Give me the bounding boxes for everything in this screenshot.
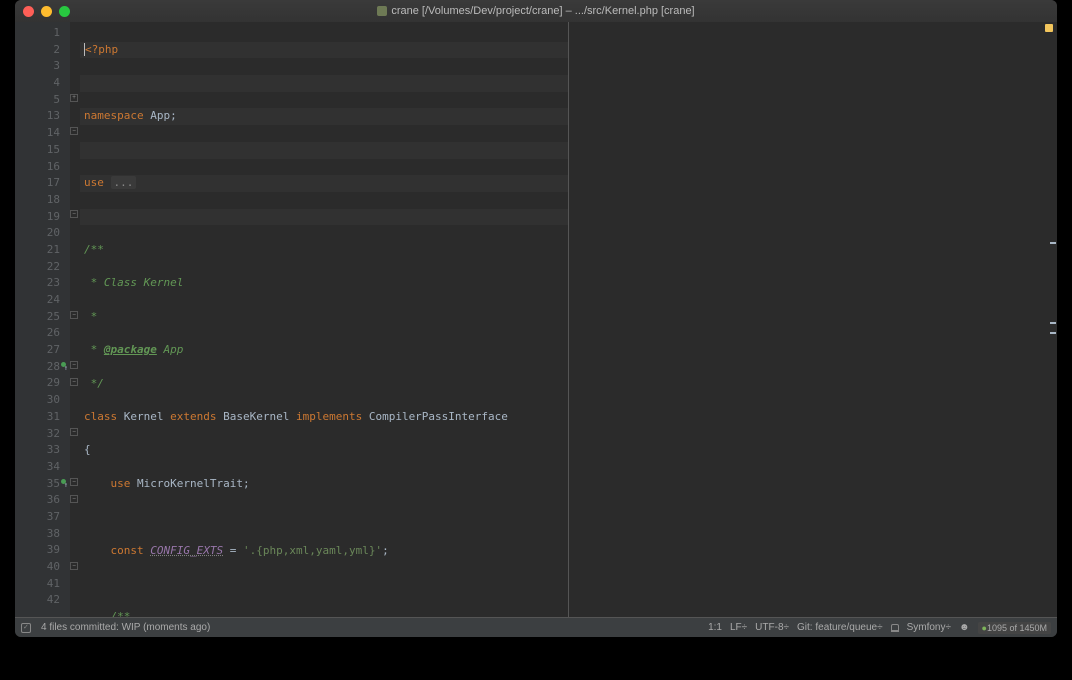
framework[interactable]: Symfony ÷ bbox=[907, 622, 951, 633]
fold-toggle[interactable]: − bbox=[70, 311, 78, 319]
code-line[interactable] bbox=[80, 75, 568, 92]
code-line[interactable]: namespace App; bbox=[80, 108, 568, 125]
code-line[interactable] bbox=[80, 576, 568, 593]
code-line[interactable]: /** bbox=[80, 242, 568, 259]
code-line[interactable] bbox=[80, 509, 568, 526]
fold-toggle[interactable]: − bbox=[70, 562, 78, 570]
code-area[interactable]: <?php namespace App; use ... /** * Class… bbox=[80, 22, 569, 617]
fold-toggle[interactable]: − bbox=[70, 495, 78, 503]
code-line[interactable]: class Kernel extends BaseKernel implemen… bbox=[80, 409, 568, 426]
code-line[interactable] bbox=[80, 142, 568, 159]
up-arrow-icon: ↑ bbox=[64, 477, 68, 494]
window-title: crane [/Volumes/Dev/project/crane] – ...… bbox=[15, 5, 1057, 17]
line-number[interactable]: 36 bbox=[15, 492, 60, 509]
line-number[interactable]: 24 bbox=[15, 292, 60, 309]
code-line[interactable]: { bbox=[80, 442, 568, 459]
memory-indicator[interactable]: ● 1095 of 1450M bbox=[978, 622, 1051, 634]
project-icon bbox=[377, 6, 387, 16]
fold-toggle[interactable]: − bbox=[70, 127, 78, 135]
split-pane-empty[interactable] bbox=[569, 22, 1057, 617]
line-number[interactable]: 19 bbox=[15, 209, 60, 226]
line-number[interactable]: 29 bbox=[15, 375, 60, 392]
line-number[interactable]: 22 bbox=[15, 259, 60, 276]
line-number[interactable]: 17 bbox=[15, 175, 60, 192]
error-stripe-mark[interactable] bbox=[1050, 322, 1056, 324]
line-number[interactable]: 33 bbox=[15, 442, 60, 459]
line-number[interactable]: 5 bbox=[15, 92, 60, 109]
line-number[interactable]: 34 bbox=[15, 459, 60, 476]
line-number[interactable]: 28↑ bbox=[15, 359, 60, 376]
line-number[interactable]: 27 bbox=[15, 342, 60, 359]
caret-position[interactable]: 1:1 bbox=[708, 622, 722, 633]
fold-toggle[interactable]: − bbox=[70, 428, 78, 436]
code-line[interactable]: * bbox=[80, 309, 568, 326]
line-number[interactable]: 13 bbox=[15, 108, 60, 125]
line-number[interactable]: 35↑ bbox=[15, 476, 60, 493]
gutter[interactable]: 1 2 3 4 5 13 14 15 16 17 18 19 20 21 22 … bbox=[15, 22, 70, 617]
marker-strip[interactable] bbox=[1047, 22, 1057, 617]
code-line[interactable]: /** bbox=[80, 609, 568, 617]
line-number[interactable]: 4 bbox=[15, 75, 60, 92]
vcs-icon[interactable] bbox=[21, 623, 31, 633]
line-number[interactable]: 2 bbox=[15, 42, 60, 59]
lock-icon[interactable] bbox=[891, 624, 899, 632]
line-number[interactable]: 14 bbox=[15, 125, 60, 142]
fold-column[interactable]: + − − − − − − − − − bbox=[70, 22, 80, 617]
line-number[interactable]: 31 bbox=[15, 409, 60, 426]
line-number[interactable]: 18 bbox=[15, 192, 60, 209]
line-number[interactable]: 37 bbox=[15, 509, 60, 526]
line-number[interactable]: 40 bbox=[15, 559, 60, 576]
line-number[interactable]: 20 bbox=[15, 225, 60, 242]
encoding[interactable]: UTF-8 ÷ bbox=[755, 622, 789, 633]
line-number[interactable]: 25 bbox=[15, 309, 60, 326]
line-number[interactable]: 16 bbox=[15, 159, 60, 176]
ide-window: crane [/Volumes/Dev/project/crane] – ...… bbox=[15, 0, 1057, 637]
line-number[interactable]: 41 bbox=[15, 576, 60, 593]
fold-toggle[interactable]: − bbox=[70, 478, 78, 486]
line-separator[interactable]: LF ÷ bbox=[730, 622, 747, 633]
status-bar: 4 files committed: WIP (moments ago) 1:1… bbox=[15, 617, 1057, 637]
line-number[interactable]: 32 bbox=[15, 426, 60, 443]
fold-toggle[interactable]: − bbox=[70, 378, 78, 386]
line-number[interactable]: 1 bbox=[15, 25, 60, 42]
line-number[interactable]: 3 bbox=[15, 58, 60, 75]
code-line[interactable]: const CONFIG_EXTS = '.{php,xml,yaml,yml}… bbox=[80, 543, 568, 560]
line-number[interactable]: 26 bbox=[15, 325, 60, 342]
minimize-icon[interactable] bbox=[41, 6, 52, 17]
hector-icon[interactable]: ☻ bbox=[959, 622, 970, 633]
code-line[interactable]: * Class Kernel bbox=[80, 275, 568, 292]
maximize-icon[interactable] bbox=[59, 6, 70, 17]
fold-toggle[interactable]: + bbox=[70, 94, 78, 102]
fold-toggle[interactable]: − bbox=[70, 210, 78, 218]
line-number[interactable]: 21 bbox=[15, 242, 60, 259]
line-number[interactable]: 42 bbox=[15, 592, 60, 609]
code-line[interactable]: * @package App bbox=[80, 342, 568, 359]
code-line[interactable]: <?php bbox=[80, 42, 568, 59]
editor[interactable]: 1 2 3 4 5 13 14 15 16 17 18 19 20 21 22 … bbox=[15, 22, 1057, 617]
line-number[interactable]: 39 bbox=[15, 542, 60, 559]
error-stripe-mark[interactable] bbox=[1050, 332, 1056, 334]
git-branch[interactable]: Git: feature/queue ÷ bbox=[797, 622, 883, 633]
line-number[interactable]: 23 bbox=[15, 275, 60, 292]
code-line[interactable] bbox=[80, 209, 568, 226]
code-line[interactable]: */ bbox=[80, 376, 568, 393]
error-stripe-mark[interactable] bbox=[1050, 242, 1056, 244]
code-line[interactable]: use MicroKernelTrait; bbox=[80, 476, 568, 493]
line-number[interactable]: 30 bbox=[15, 392, 60, 409]
titlebar[interactable]: crane [/Volumes/Dev/project/crane] – ...… bbox=[15, 0, 1057, 22]
folded-region[interactable]: ... bbox=[111, 176, 137, 189]
line-number[interactable]: 15 bbox=[15, 142, 60, 159]
fold-toggle[interactable]: − bbox=[70, 361, 78, 369]
code-line[interactable]: use ... bbox=[80, 175, 568, 192]
close-icon[interactable] bbox=[23, 6, 34, 17]
up-arrow-icon: ↑ bbox=[64, 360, 68, 377]
window-controls bbox=[23, 6, 70, 17]
line-number[interactable]: 38 bbox=[15, 526, 60, 543]
vcs-status[interactable]: 4 files committed: WIP (moments ago) bbox=[41, 622, 210, 633]
